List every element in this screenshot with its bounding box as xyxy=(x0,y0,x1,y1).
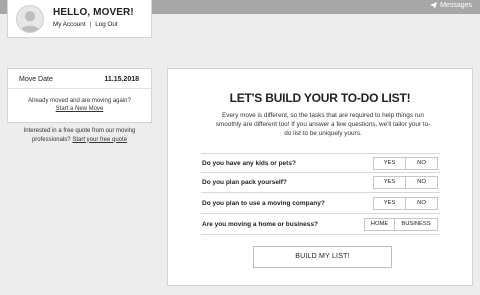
question-row-home-business: Are you moving a home or business? HOME … xyxy=(201,215,440,235)
yes-option[interactable]: YES xyxy=(373,176,406,189)
user-silhouette-icon xyxy=(19,11,41,32)
question-label: Do you plan to use a moving company? xyxy=(202,200,325,207)
moved-again-text: Already moved and are moving again? xyxy=(28,98,131,104)
no-option[interactable]: NO xyxy=(405,157,438,170)
yes-option[interactable]: YES xyxy=(373,157,406,170)
question-row-moving-company: Do you plan to use a moving company? YES… xyxy=(201,194,440,214)
my-account-link[interactable]: My Account xyxy=(53,21,86,28)
todo-title: LET'S BUILD YOUR TO-DO LIST! xyxy=(229,91,411,105)
greeting: HELLO, MOVER! xyxy=(53,7,134,18)
todo-card: LET'S BUILD YOUR TO-DO LIST! Every move … xyxy=(167,68,473,286)
no-option[interactable]: NO xyxy=(405,197,438,210)
todo-description: Every move is different, so the tasks th… xyxy=(215,112,431,137)
messages-link[interactable]: Messages xyxy=(430,2,472,9)
move-date-value: 11.15.2018 xyxy=(104,76,139,83)
avatar[interactable] xyxy=(16,5,44,33)
no-option[interactable]: NO xyxy=(405,176,438,189)
question-label: Are you moving a home or business? xyxy=(202,221,318,228)
paper-plane-icon xyxy=(430,2,438,9)
log-out-link[interactable]: Log Out xyxy=(95,21,117,28)
build-my-list-button[interactable]: BUILD MY LIST! xyxy=(253,246,392,268)
messages-label: Messages xyxy=(440,2,472,9)
yes-option[interactable]: YES xyxy=(373,197,406,210)
link-separator: | xyxy=(89,21,92,28)
business-option[interactable]: BUSINESS xyxy=(394,218,438,231)
move-card: Move Date 11.15.2018 Already moved and a… xyxy=(7,68,152,123)
move-date-row: Move Date 11.15.2018 xyxy=(8,69,151,89)
quote-block: Interested in a free quote from our movi… xyxy=(7,127,152,144)
move-date-label: Move Date xyxy=(19,76,53,83)
start-new-move-link[interactable]: Start a New Move xyxy=(8,105,151,113)
question-row-pack-yourself: Do you plan pack yourself? YES NO xyxy=(201,173,440,193)
question-row-kids-pets: Do you have any kids or pets? YES NO xyxy=(201,153,440,173)
moved-again-block: Already moved and are moving again? Star… xyxy=(8,97,151,113)
account-links: My Account | Log Out xyxy=(53,21,118,28)
profile-card: HELLO, MOVER! My Account | Log Out xyxy=(7,0,152,38)
question-label: Do you plan pack yourself? xyxy=(202,179,287,186)
question-label: Do you have any kids or pets? xyxy=(202,160,296,167)
start-free-quote-link[interactable]: Start your free quote xyxy=(72,137,127,143)
home-option[interactable]: HOME xyxy=(364,218,395,231)
